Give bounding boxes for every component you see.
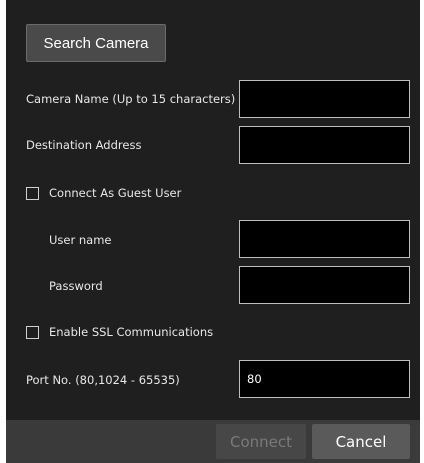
ssl-label: Enable SSL Communications	[49, 325, 214, 339]
user-name-input[interactable]	[239, 220, 410, 258]
destination-address-input[interactable]	[239, 126, 410, 164]
guest-user-checkbox[interactable]	[26, 187, 39, 200]
user-name-label: User name	[49, 233, 112, 247]
cancel-button[interactable]: Cancel	[312, 424, 410, 459]
camera-connection-dialog: Search Camera Camera Name (Up to 15 char…	[6, 0, 420, 463]
port-number-label: Port No. (80,1024 - 65535)	[26, 373, 180, 387]
port-number-input[interactable]	[239, 360, 410, 398]
connect-button[interactable]: Connect	[216, 424, 306, 459]
ssl-checkbox[interactable]	[26, 326, 39, 339]
camera-name-label: Camera Name (Up to 15 characters)	[26, 92, 236, 106]
dialog-footer: Connect Cancel	[6, 420, 420, 463]
password-input[interactable]	[239, 266, 410, 304]
camera-name-input[interactable]	[239, 80, 410, 118]
search-camera-button[interactable]: Search Camera	[26, 24, 166, 62]
destination-address-label: Destination Address	[26, 138, 142, 152]
guest-user-label: Connect As Guest User	[49, 186, 182, 200]
password-label: Password	[49, 279, 103, 293]
